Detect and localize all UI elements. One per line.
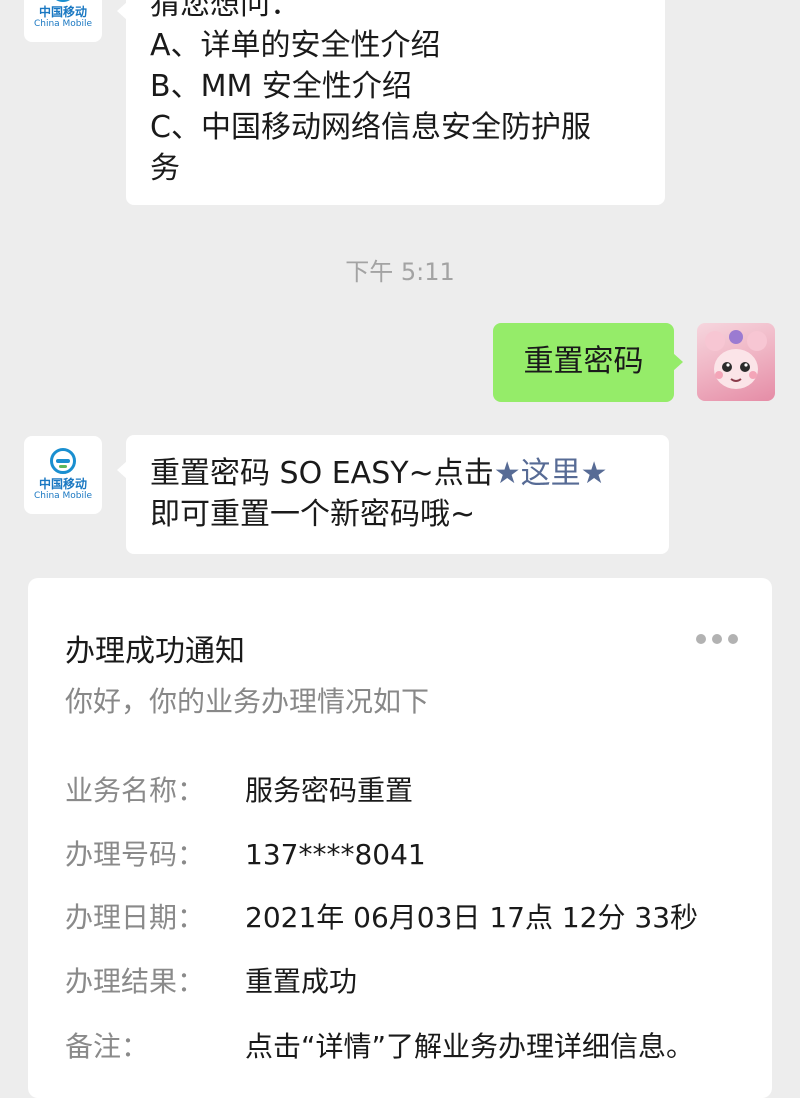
- brand-name-cn: 中国移动: [38, 477, 87, 491]
- row-value: 2021年 06月03日 17点 12分 33秒: [245, 901, 699, 934]
- message-line: B、MM 安全性介绍: [150, 69, 412, 104]
- message-line: A、详单的安全性介绍: [150, 28, 441, 63]
- bot-message-bubble[interactable]: 猜您想问： A、详单的安全性介绍 B、MM 安全性介绍 C、中国移动网络信息安全…: [117, 0, 665, 205]
- more-dots-icon[interactable]: [696, 634, 738, 644]
- row-label: 办理结果：: [65, 965, 206, 998]
- brand-name-en: China Mobile: [33, 491, 93, 501]
- row-label: 业务名称：: [65, 774, 206, 807]
- message-timestamp: 下午 5:11: [345, 258, 455, 286]
- bot-avatar[interactable]: 中国移动 China Mobile: [24, 0, 102, 42]
- message-text: 重置密码 SO EASY~点击: [150, 456, 494, 491]
- message-line: 即可重置一个新密码哦~: [150, 497, 476, 532]
- row-value: 137****8041: [245, 838, 426, 871]
- user-message-bubble[interactable]: 重置密码: [493, 323, 683, 402]
- card-subtitle: 你好，你的业务办理情况如下: [65, 685, 430, 718]
- row-value: 服务密码重置: [245, 774, 414, 807]
- row-label: 办理日期：: [65, 901, 206, 934]
- row-value: 点击“详情”了解业务办理详细信息。: [245, 1030, 695, 1063]
- row-value: 重置成功: [245, 965, 358, 998]
- card-title: 办理成功通知: [65, 634, 245, 669]
- card-row-date: 办理日期： 2021年 06月03日 17点 12分 33秒: [65, 900, 765, 936]
- row-label: 备注：: [65, 1030, 150, 1063]
- china-mobile-mark-icon: [50, 0, 76, 2]
- anime-girl-avatar-icon: [705, 330, 767, 389]
- china-mobile-logo-icon: 中国移动 China Mobile: [24, 436, 102, 514]
- card-row-service-name: 业务名称： 服务密码重置: [65, 773, 765, 809]
- message-line: C、中国移动网络信息安全防护服: [150, 110, 591, 145]
- card-row-phone-number: 办理号码： 137****8041: [65, 837, 765, 873]
- bot-message-bubble[interactable]: 重置密码 SO EASY~点击★这里★ 即可重置一个新密码哦~: [117, 435, 669, 554]
- row-label: 办理号码：: [65, 838, 206, 871]
- brand-name-en: China Mobile: [33, 19, 93, 29]
- notification-card[interactable]: 办理成功通知 你好，你的业务办理情况如下 业务名称： 服务密码重置 办理号码： …: [28, 578, 772, 1098]
- card-row-result: 办理结果： 重置成功: [65, 964, 765, 1000]
- message-line: 猜您想问：: [150, 0, 300, 22]
- user-message-text: 重置密码: [523, 344, 644, 379]
- brand-name-cn: 中国移动: [38, 5, 87, 19]
- reset-password-link[interactable]: ★这里★: [494, 456, 608, 491]
- china-mobile-logo-icon: 中国移动 China Mobile: [24, 0, 102, 42]
- china-mobile-mark-icon: [50, 448, 76, 474]
- message-line: 重置密码 SO EASY~点击★这里★: [150, 453, 645, 494]
- message-line: 务: [150, 151, 180, 186]
- card-row-note: 备注： 点击“详情”了解业务办理详细信息。: [65, 1029, 765, 1065]
- bot-avatar[interactable]: 中国移动 China Mobile: [24, 436, 102, 514]
- user-avatar[interactable]: [697, 323, 775, 401]
